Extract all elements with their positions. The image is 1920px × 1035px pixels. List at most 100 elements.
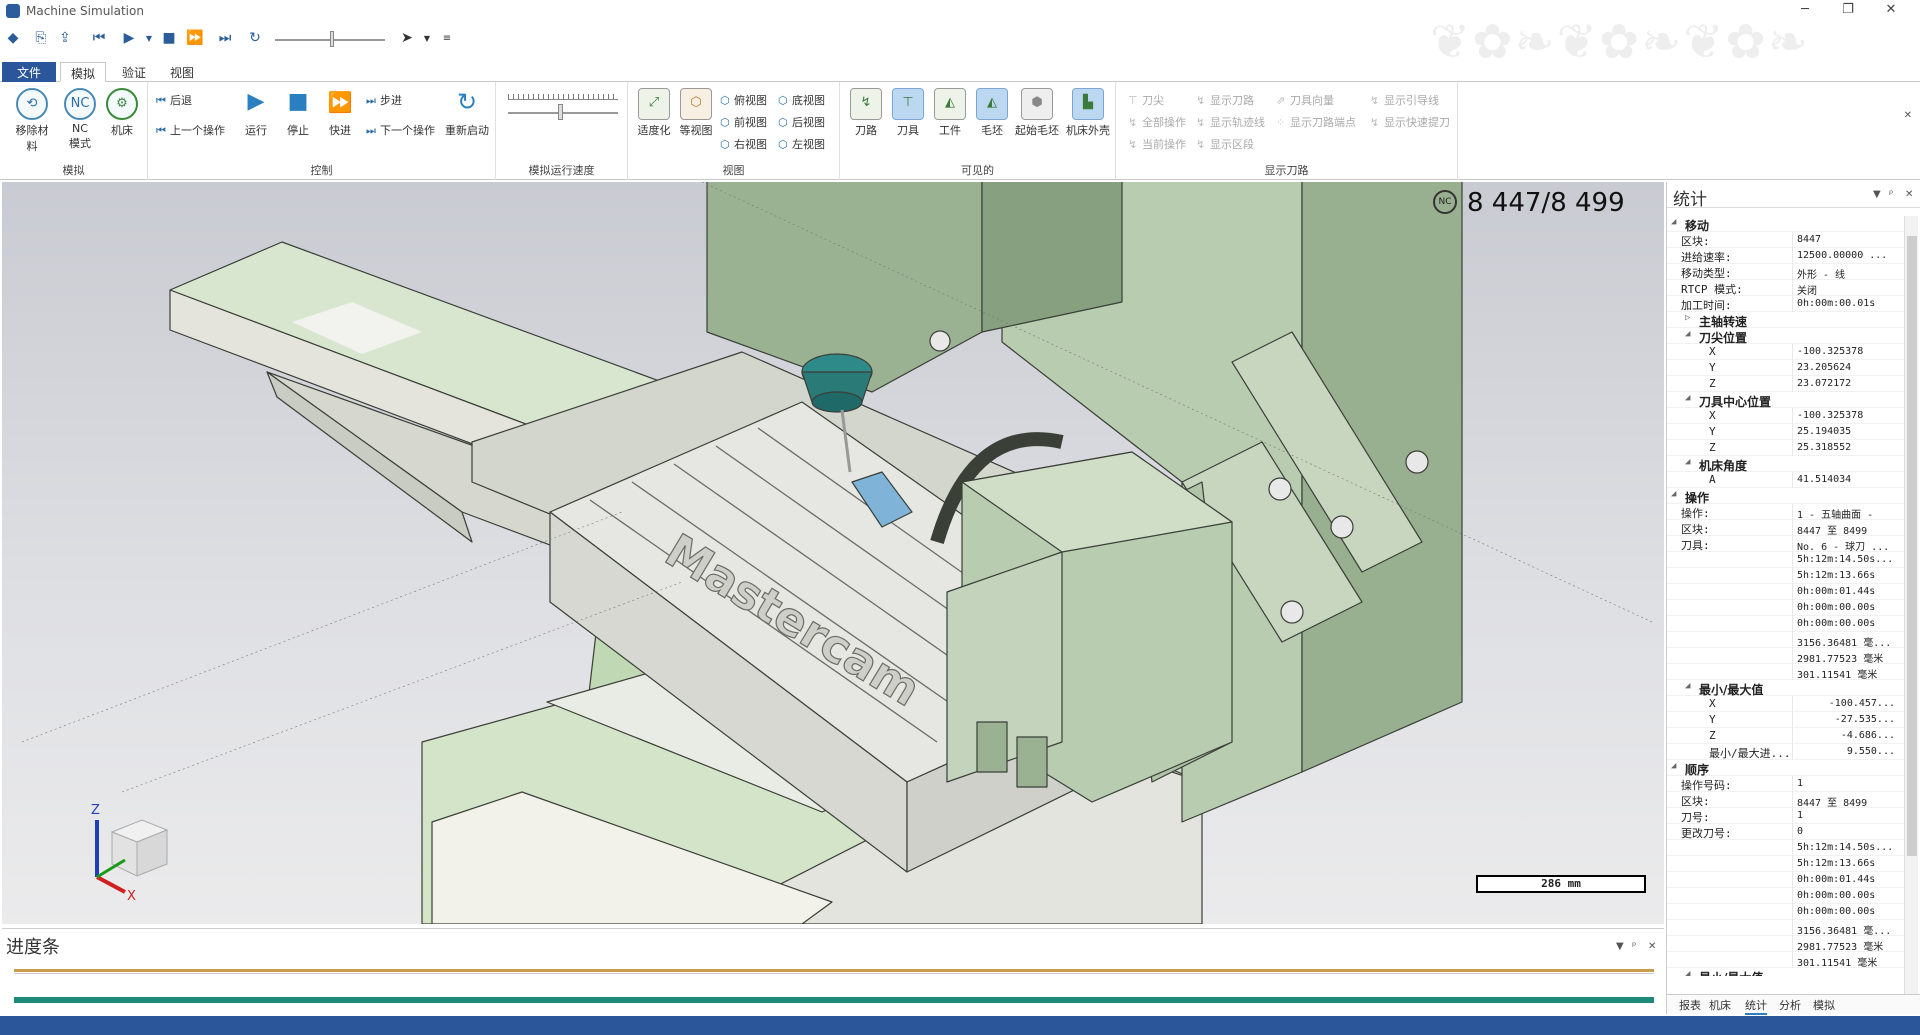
- next-op-button[interactable]: ⏭ 下一个操作: [366, 122, 435, 138]
- workpiece-toggle[interactable]: ◭ 工件: [930, 88, 970, 138]
- collapse-icon[interactable]: ◢: [1685, 457, 1690, 467]
- bottom-view-button[interactable]: ⬡ 底视图: [778, 92, 825, 108]
- expand-icon[interactable]: ▷: [1685, 313, 1690, 323]
- tree-section[interactable]: ◢ 操作: [1667, 488, 1905, 505]
- export-icon[interactable]: ⇪: [56, 30, 74, 46]
- progress-track-operations[interactable]: [14, 969, 1654, 972]
- tab-machine[interactable]: 机床: [1709, 997, 1731, 1013]
- tree-section[interactable]: ◢ 机床角度: [1667, 456, 1905, 473]
- fit-button[interactable]: ⤢ 适度化: [634, 88, 674, 138]
- cursor-dropdown-icon[interactable]: ▼: [418, 34, 436, 43]
- restart-icon[interactable]: ↻: [246, 30, 264, 46]
- step-button[interactable]: ⏭ 步进: [366, 92, 402, 108]
- stop-button[interactable]: ■ 停止: [278, 88, 318, 138]
- axis-triad[interactable]: Z X: [87, 792, 187, 902]
- show-segment-button[interactable]: ↯ 显示区段: [1196, 136, 1254, 152]
- all-ops-label: 全部操作: [1142, 116, 1186, 129]
- tree-value: 关闭: [1797, 286, 1817, 297]
- tool-tip-button[interactable]: ⊤ 刀尖: [1128, 92, 1164, 108]
- speed-track[interactable]: [508, 112, 618, 114]
- progress-dropdown-icon[interactable]: ▼: [1616, 941, 1624, 952]
- tab-statistics[interactable]: 统计: [1745, 997, 1767, 1015]
- back-view-button[interactable]: ⬡ 后视图: [778, 114, 825, 130]
- tab-verify[interactable]: 验证: [112, 62, 156, 82]
- tool-toggle[interactable]: ⊤ 刀具: [888, 88, 928, 138]
- panel-close-icon[interactable]: ✕: [1905, 189, 1913, 200]
- tab-file[interactable]: 文件: [2, 62, 56, 82]
- prev-op-button[interactable]: ⏮ 上一个操作: [156, 122, 225, 138]
- tree-section[interactable]: ◢ 移动: [1667, 216, 1905, 233]
- collapse-icon[interactable]: ◢: [1671, 217, 1676, 227]
- toolpath-points-button[interactable]: ⁘ 显示刀路端点: [1276, 114, 1356, 130]
- stock-toggle[interactable]: ◭ 毛坯: [972, 88, 1012, 138]
- tree-key: X: [1709, 409, 1716, 422]
- left-view-button[interactable]: ⬡ 左视图: [778, 136, 825, 152]
- collapse-icon[interactable]: ◢: [1685, 969, 1690, 976]
- tree-section[interactable]: ▷ 主轴转速: [1667, 312, 1905, 329]
- tree-section[interactable]: ◢ 顺序: [1667, 760, 1905, 777]
- back-button[interactable]: ⏮ 后退: [156, 92, 192, 108]
- tree-section[interactable]: ◢最小/最大值: [1667, 680, 1905, 697]
- restart-button[interactable]: ↻ 重新启动: [442, 88, 492, 138]
- toolpath-toggle[interactable]: ↯ 刀路: [846, 88, 886, 138]
- last-icon[interactable]: ⏭: [216, 30, 234, 46]
- tab-view[interactable]: 视图: [160, 62, 204, 82]
- speed-thumb[interactable]: [558, 104, 563, 120]
- collapse-icon[interactable]: ◢: [1685, 393, 1690, 403]
- nc-mode-button[interactable]: NC NC 模式: [60, 88, 100, 151]
- play-icon[interactable]: ▶: [120, 30, 138, 46]
- machine-button[interactable]: ⚙ 机床: [102, 88, 142, 138]
- panel-pin-icon[interactable]: ᵖ: [1889, 189, 1893, 200]
- cursor-icon[interactable]: ➤: [398, 30, 416, 46]
- show-toolpath-button[interactable]: ↯ 显示刀路: [1196, 92, 1254, 108]
- initial-stock-toggle[interactable]: ⬢ 起始毛坯: [1014, 88, 1060, 138]
- collapse-icon[interactable]: ◢: [1685, 329, 1690, 339]
- tree-value: -27.535...: [1834, 714, 1895, 725]
- show-rapid-button[interactable]: ↯ 显示快速提刀: [1370, 114, 1450, 130]
- fast-forward-icon[interactable]: ⏩: [186, 30, 204, 46]
- tree-section[interactable]: ◢ 刀尖位置: [1667, 328, 1905, 345]
- open-icon[interactable]: ⎘: [32, 30, 50, 46]
- top-view-button[interactable]: ⬡ 俯视图: [720, 92, 767, 108]
- front-view-button[interactable]: ⬡ 前视图: [720, 114, 767, 130]
- collapse-icon[interactable]: ◢: [1671, 761, 1676, 771]
- tab-simulate[interactable]: 模拟: [60, 62, 107, 82]
- stop-icon[interactable]: ■: [160, 30, 178, 46]
- fast-button[interactable]: ⏩ 快进: [320, 88, 360, 138]
- first-icon[interactable]: ⏮: [90, 30, 108, 46]
- tree-section[interactable]: ◢最小/最大值: [1667, 968, 1905, 976]
- current-op-button[interactable]: ↯ 当前操作: [1128, 136, 1186, 152]
- collapse-icon[interactable]: ◢: [1685, 681, 1690, 691]
- column-divider: [1792, 424, 1793, 440]
- machine-housing-toggle[interactable]: ▙ 机床外壳: [1064, 88, 1112, 138]
- progress-close-icon[interactable]: ✕: [1648, 941, 1656, 952]
- iso-button[interactable]: ⬡ 等视图: [676, 88, 716, 138]
- all-ops-button[interactable]: ↯ 全部操作: [1128, 114, 1186, 130]
- right-view-button[interactable]: ⬡ 右视图: [720, 136, 767, 152]
- tree-section[interactable]: ◢ 刀具中心位置: [1667, 392, 1905, 409]
- tree-row: Y -27.535...: [1667, 712, 1905, 728]
- tab-analysis[interactable]: 分析: [1779, 997, 1801, 1013]
- app-menu-icon[interactable]: ◆: [4, 30, 22, 46]
- statistics-scrollbar[interactable]: [1904, 216, 1918, 996]
- tab-simulation[interactable]: 模拟: [1813, 997, 1835, 1013]
- speed-slider-thumb[interactable]: [330, 31, 334, 47]
- tool-vector-button[interactable]: ⇗ 刀具向量: [1276, 92, 1334, 108]
- ribbon-collapse-icon[interactable]: ✕: [1904, 110, 1912, 121]
- play-dropdown-icon[interactable]: ▼: [140, 34, 158, 43]
- top-view-icon: ⬡: [720, 94, 730, 107]
- simulation-viewport[interactable]: Mastercam NC 8 447/8 499 286 mm Z X: [2, 182, 1664, 924]
- tab-report[interactable]: 报表: [1679, 997, 1701, 1013]
- progress-pin-icon[interactable]: ᵖ: [1632, 941, 1636, 952]
- collapse-icon[interactable]: ◢: [1671, 489, 1676, 499]
- column-divider: [1792, 728, 1793, 744]
- show-leads-button[interactable]: ↯ 显示引导线: [1370, 92, 1439, 108]
- panel-dropdown-icon[interactable]: ▼: [1873, 189, 1881, 200]
- run-button[interactable]: ▶ 运行: [236, 88, 276, 138]
- show-trace-button[interactable]: ↯ 显示轨迹线: [1196, 114, 1265, 130]
- remove-material-button[interactable]: ⟲ 移除材料: [12, 88, 52, 154]
- show-rapid-label: 显示快速提刀: [1384, 116, 1450, 129]
- scrollbar-thumb[interactable]: [1907, 236, 1917, 856]
- progress-track-blocks[interactable]: [14, 997, 1654, 1003]
- customize-qat-icon[interactable]: ≡: [438, 33, 456, 44]
